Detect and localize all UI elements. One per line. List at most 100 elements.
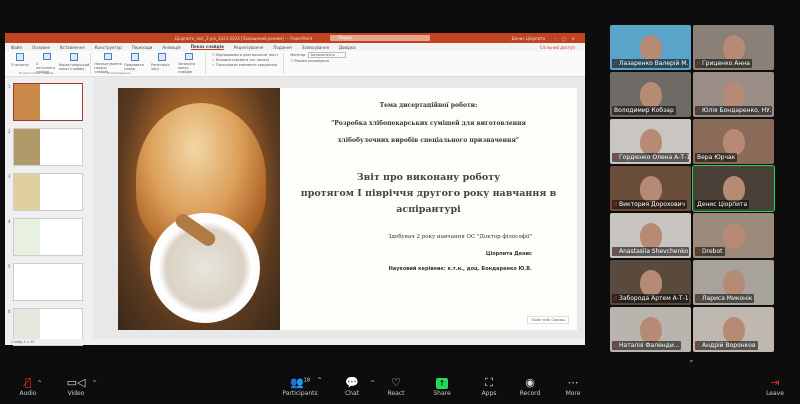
chat-button[interactable]: 💬 Chat — [332, 376, 372, 397]
participant-name: Гордієнко Олена А-Т-1 — [619, 154, 689, 161]
user-name[interactable]: Денис Ціорпита — [512, 36, 545, 41]
participant-tile[interactable]: 🎙̸ Юлія Бондаренко, НУ... — [693, 72, 774, 117]
video-button[interactable]: ▭◁ Video — [56, 376, 96, 397]
tab-0[interactable]: Файл — [11, 45, 22, 50]
search-input[interactable]: Пошук — [330, 35, 430, 41]
participant-name-tag: Вера Юрчак — [695, 153, 738, 162]
muted-mic-icon: 🎙̸ — [614, 61, 618, 67]
participants-count: 18 — [303, 377, 311, 384]
participant-tile[interactable]: 🎙̸ Заборода Артем А-Т-1 — [610, 260, 691, 305]
muted-mic-icon: 🎙̸ — [614, 296, 618, 302]
participant-name-tag: 🎙̸ Гриценко Анна — [695, 59, 752, 68]
current-slide[interactable]: Тема дисертаційної роботи: "Розробка хлі… — [118, 88, 577, 330]
checkbox-label: Показувати елементи керування — [216, 63, 278, 67]
audio-options-caret[interactable]: ^ — [37, 380, 42, 387]
slide-thumbnail-2[interactable]: 2 — [8, 128, 83, 166]
react-button[interactable]: ♡ React — [376, 376, 416, 397]
participant-tile[interactable]: 🎙̸ Андрій Воронков — [693, 307, 774, 352]
participant-name: Наталія Фаленди... — [619, 342, 680, 349]
participant-tile[interactable]: 🎙̸ Гордієнко Олена А-Т-1 — [610, 119, 691, 164]
tab-9[interactable]: Записування — [302, 45, 329, 50]
leave-button[interactable]: ⇥ Leave — [755, 376, 795, 397]
participant-name-tag: 🎙̸ Гордієнко Олена А-Т-1 — [612, 153, 689, 162]
ribbon-button-5[interactable]: Репетиція часу — [151, 53, 173, 74]
tab-3[interactable]: Конструктор — [95, 45, 122, 50]
report-line-1: Звіт про виконану роботу — [356, 172, 501, 183]
slideshow-icon — [16, 53, 24, 61]
participant-tile[interactable]: 🎙̸ Лазаренко Валерій М... — [610, 25, 691, 70]
participant-name: Заборода Артем А-Т-1 — [619, 295, 689, 302]
slide-thumbnail-4[interactable]: 4 — [8, 218, 83, 256]
slideshow-icon — [70, 53, 78, 61]
slideshow-icon — [185, 53, 193, 60]
ribbon-button-2[interactable]: Користувацький показ слайдів — [59, 53, 89, 74]
chat-options-caret[interactable]: ^ — [370, 380, 375, 387]
participant-name-tag: 🎙̸ Юлія Бондаренко, НУ... — [695, 106, 772, 115]
workspace: 1 2 3 4 5 6 Тема дисертаційної роботи: "Розро… — [5, 77, 585, 346]
video-camera-icon: ▭◁ — [66, 376, 86, 389]
participant-name-tag: 🎙̸ Лариса Миконік — [695, 294, 755, 303]
slide-number: 2 — [8, 129, 11, 134]
participant-video — [723, 223, 745, 249]
ribbon: З початку З поточного слайда Користувацьки… — [5, 51, 585, 77]
ribbon-group-label: Почати показ слайдів — [19, 71, 54, 75]
participant-tile[interactable]: Володимир Кобзар — [610, 72, 691, 117]
participant-tile[interactable]: 🎙̸ Лариса Миконік — [693, 260, 774, 305]
chat-icon: 💬 — [345, 376, 359, 389]
participants-caret[interactable]: ^ — [317, 377, 322, 384]
monitor-select[interactable]: Монітор: Автоматично — [290, 52, 346, 58]
window-controls[interactable]: –□✕ — [554, 36, 581, 41]
participant-tile[interactable]: Денис Ціорпита — [692, 165, 775, 212]
ribbon-button-label: Записати показ слайдів — [178, 62, 196, 74]
participant-tile[interactable]: 🎙̸ Гриценко Анна — [693, 25, 774, 70]
ribbon-button-label: Репетиція часу — [151, 63, 170, 71]
slide-thumbnail-1[interactable]: 1 — [8, 83, 83, 121]
participant-name-tag: 🎙̸ Заборода Артем А-Т-1 — [612, 294, 689, 303]
ribbon-checkbox-2[interactable]: ✓ Показувати елементи керування — [212, 63, 278, 68]
ribbon-tabs: Файл Основне Вставлення Конструктор Переходи… — [5, 43, 585, 51]
apps-button[interactable]: ⛶ Apps — [469, 376, 509, 397]
participant-tile[interactable]: 🎙̸ Виктория Дорохович — [610, 166, 691, 211]
made-with-gamma-badge[interactable]: Made with Gamma — [527, 316, 569, 324]
tab-5[interactable]: Анімація — [162, 45, 180, 50]
powerpoint-window: Ціорпита_звіт_2 рік_2023-2024 [Захищений… — [5, 33, 585, 346]
muted-mic-icon: 🎙̸ — [697, 61, 701, 67]
participant-tile[interactable]: 🎙̸ Anastasiia Shevchenko — [610, 213, 691, 258]
ribbon-group-label: Налаштування — [107, 71, 131, 75]
react-label: React — [387, 390, 405, 397]
presenter-view-checkbox[interactable]: ☐ Режим доповідача — [290, 59, 345, 64]
record-button[interactable]: ◉ Record — [510, 376, 550, 397]
participant-name: Денис Ціорпита — [697, 201, 748, 208]
slide-thumbnail-3[interactable]: 3 — [8, 173, 83, 211]
participant-tile[interactable]: 🎙̸ Наталія Фаленди... — [610, 307, 691, 352]
more-button[interactable]: ⋯ More — [553, 376, 593, 397]
tab-7[interactable]: Рецензування — [234, 45, 264, 50]
tab-1[interactable]: Основне — [32, 45, 50, 50]
title-bar: Ціорпита_звіт_2 рік_2023-2024 [Захищений… — [5, 33, 585, 43]
participant-tile[interactable]: 🎙̸ Drebot — [693, 213, 774, 258]
muted-mic-icon: 🎙̸ — [614, 202, 618, 208]
ribbon-group-monitors: Монітор: Автоматично ☐ Режим доповідача — [290, 52, 350, 74]
tab-4[interactable]: Переходи — [132, 45, 153, 50]
tab-8[interactable]: Подання — [273, 45, 291, 50]
slide-thumbnail-5[interactable]: 5 — [8, 263, 83, 301]
video-label: Video — [67, 390, 85, 397]
video-options-caret[interactable]: ^ — [92, 380, 97, 387]
tab-6[interactable]: Показ слайдів — [190, 44, 224, 50]
tab-10[interactable]: Довідка — [339, 45, 356, 50]
ribbon-button-label: Приховати слайд — [124, 63, 144, 71]
share-button[interactable]: ↑ Share — [422, 376, 462, 397]
slide-number: 1 — [8, 84, 11, 89]
slide-number: 3 — [8, 174, 11, 179]
ribbon-button-6[interactable]: Записати показ слайдів — [178, 53, 200, 74]
ribbon-button-label: З початку — [10, 63, 30, 67]
muted-mic-icon: 🎙̸ — [614, 155, 618, 161]
gallery-scroll-down-icon[interactable]: ⌄ — [688, 355, 695, 364]
tab-2[interactable]: Вставлення — [60, 45, 85, 50]
participant-tile[interactable]: Вера Юрчак — [693, 119, 774, 164]
participant-name: Андрій Воронков — [702, 342, 756, 349]
record-icon: ◉ — [525, 376, 535, 389]
participant-name-tag: 🎙̸ Виктория Дорохович — [612, 200, 688, 209]
ribbon-group-start: З початку З поточного слайда Користувацьки… — [9, 53, 91, 75]
share-access-button[interactable]: Спільний доступ — [540, 45, 575, 50]
